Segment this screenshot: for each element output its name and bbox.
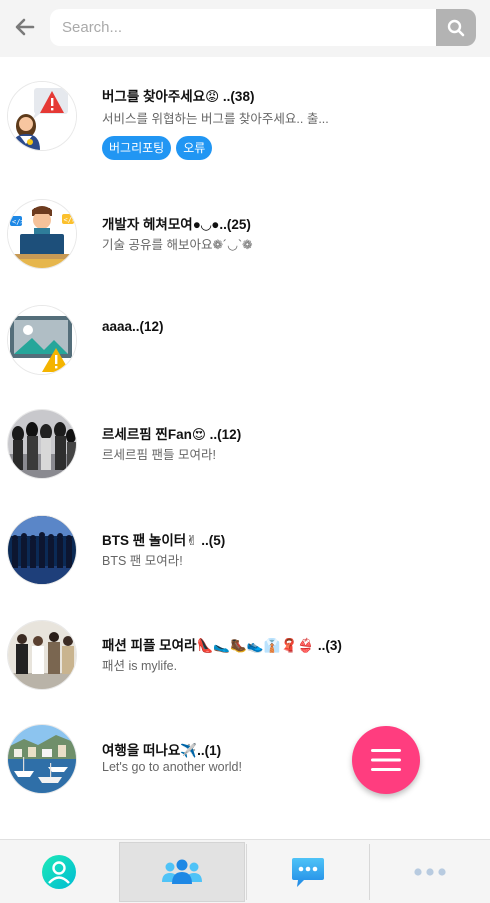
room-description: 서비스를 위협하는 버그를 찾아주세요.. 출... xyxy=(102,112,329,126)
list-item[interactable]: 버그를 찾아주세요😡 ..(38) 서비스를 위협하는 버그를 찾아주세요.. … xyxy=(0,78,490,178)
search-icon xyxy=(447,19,465,36)
room-description: 기술 공유를 해보아요❁´◡`❁ xyxy=(102,238,253,252)
svg-text:</>: </> xyxy=(12,218,25,226)
room-title: 버그를 찾아주세요😡 ..(38) xyxy=(102,89,255,104)
group-icon xyxy=(162,859,202,884)
group-photo xyxy=(8,410,76,478)
fashion-photo xyxy=(8,621,76,689)
list-item[interactable]: </> </> 개발자 헤쳐모여●◡●..(25) 기술 공유를 해보아요❁´◡… xyxy=(0,196,490,296)
more-icon xyxy=(414,868,446,876)
list-item[interactable]: 르세르핌 찐Fan😍 ..(12) 르세르핌 팬들 모여라! xyxy=(0,406,490,506)
chat-icon xyxy=(292,858,324,887)
room-title: 르세르핌 찐Fan😍 ..(12) xyxy=(102,427,242,442)
nav-group[interactable] xyxy=(119,842,245,902)
broken-image-icon xyxy=(8,306,76,374)
harbor-photo xyxy=(8,725,76,793)
bottom-navigation xyxy=(0,839,490,903)
room-title: BTS 팬 놀이터✌ ..(5) xyxy=(102,533,226,548)
room-title: 개발자 헤쳐모여●◡●..(25) xyxy=(102,217,251,232)
room-title: 여행을 떠나요✈️..(1) xyxy=(102,743,222,758)
search-button[interactable] xyxy=(436,9,476,46)
list-item[interactable]: BTS 팬 놀이터✌ ..(5) BTS 팬 모여라! xyxy=(0,512,490,612)
nav-more[interactable] xyxy=(370,842,490,902)
tag-bug-report[interactable]: 버그리포팅 xyxy=(102,136,172,160)
back-arrow-icon[interactable] xyxy=(12,14,38,40)
top-bar xyxy=(0,0,490,57)
profile-icon xyxy=(42,855,76,889)
room-description: BTS 팬 모여라! xyxy=(102,554,183,568)
room-description: Let's go to another world! xyxy=(102,760,242,774)
room-title: 패션 피플 모여라👠🥿🥾👟👔🧣👙 ..(3) xyxy=(102,638,342,653)
nav-chat[interactable] xyxy=(247,842,369,902)
search-input[interactable] xyxy=(50,9,436,46)
svg-text:</>: </> xyxy=(64,216,77,224)
developer-icon: </> </> xyxy=(8,200,76,268)
nav-profile[interactable] xyxy=(0,842,118,902)
hamburger-icon xyxy=(371,749,401,771)
concert-photo xyxy=(8,516,76,584)
room-description: 패션 is mylife. xyxy=(102,659,178,673)
list-item[interactable]: 패션 피플 모여라👠🥿🥾👟👔🧣👙 ..(3) 패션 is mylife. xyxy=(0,617,490,717)
list-item[interactable]: aaaa..(12) xyxy=(0,302,490,402)
room-description: 르세르핌 팬들 모여라! xyxy=(102,448,216,462)
search-bar xyxy=(50,9,476,46)
tag-list: 버그리포팅 오류 xyxy=(102,136,213,160)
menu-button[interactable] xyxy=(352,726,420,794)
room-title: aaaa..(12) xyxy=(102,319,164,334)
warning-person-icon xyxy=(8,82,76,150)
tag-error[interactable]: 오류 xyxy=(176,136,213,160)
